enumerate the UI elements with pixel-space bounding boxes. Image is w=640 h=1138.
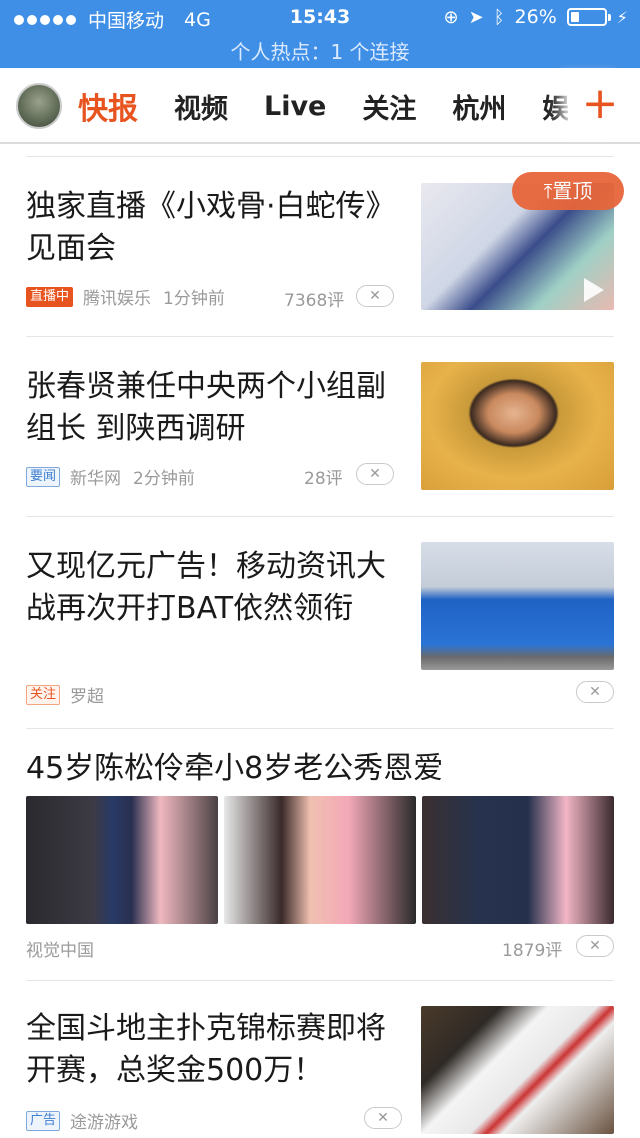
follow-badge: 关注 — [26, 684, 61, 705]
article-thumbnail[interactable] — [421, 542, 614, 670]
pinned-badge[interactable]: ⤒置顶 — [512, 172, 624, 210]
divider — [26, 516, 614, 517]
add-channel-button[interactable]: + — [574, 78, 626, 130]
dismiss-icon[interactable]: ✕ — [576, 681, 614, 703]
location-arrow-icon: ➤ — [468, 6, 484, 28]
dismiss-icon[interactable]: ✕ — [576, 935, 614, 957]
pinned-label: 置顶 — [552, 179, 593, 203]
article-meta: 要闻 新华网 2分钟前 — [26, 464, 195, 489]
article-time: 2分钟前 — [133, 469, 195, 489]
tab-video[interactable]: 视频 — [174, 87, 228, 126]
status-bar: 中国移动 4G 15:43 ⊕ ➤ ᛒ 26% ⚡ 个人热点：1 个连接 — [0, 0, 640, 68]
gallery-image[interactable] — [26, 796, 218, 924]
tab-live[interactable]: Live — [264, 91, 326, 122]
article-meta: 视觉中国 — [26, 936, 106, 961]
article-source: 腾讯娱乐 — [83, 289, 152, 309]
divider — [26, 980, 614, 981]
article-source: 视觉中国 — [26, 941, 94, 961]
hotspot-banner[interactable]: 个人热点：1 个连接 — [0, 36, 640, 65]
avatar[interactable] — [16, 83, 62, 129]
article-title[interactable]: 45岁陈松伶牵小8岁老公秀恩爱 — [26, 748, 626, 790]
ad-badge: 广告 — [26, 1110, 61, 1131]
channel-tabs: 快报 视频 Live 关注 杭州 娱 — [78, 68, 568, 144]
tab-follow[interactable]: 关注 — [362, 87, 416, 126]
channel-nav: 快报 视频 Live 关注 杭州 娱 + — [0, 68, 640, 144]
dismiss-icon[interactable]: ✕ — [364, 1107, 402, 1129]
tab-hangzhou[interactable]: 杭州 — [452, 87, 506, 126]
article-thumbnail[interactable] — [421, 362, 614, 490]
news-item[interactable]: 又现亿元广告！移动资讯大战再次开打BAT依然领衔 关注 罗超 ✕ — [0, 530, 640, 720]
lock-rotation-icon: ⊕ — [443, 6, 459, 28]
article-meta: 广告 途游游戏 — [26, 1108, 150, 1133]
gallery-image[interactable] — [224, 796, 416, 924]
comment-count[interactable]: 7368评 — [284, 286, 344, 311]
comment-count[interactable]: 1879评 — [502, 936, 562, 961]
article-source: 罗超 — [70, 687, 105, 707]
battery-percent: 26% — [514, 6, 557, 28]
news-item[interactable]: 45岁陈松伶牵小8岁老公秀恩爱 视觉中国 1879评 ✕ — [0, 742, 640, 972]
article-source: 新华网 — [70, 469, 122, 489]
dismiss-icon[interactable]: ✕ — [356, 285, 394, 307]
divider — [26, 728, 614, 729]
article-title[interactable]: 又现亿元广告！移动资讯大战再次开打BAT依然领衔 — [26, 546, 396, 630]
article-meta: 直播中 腾讯娱乐 1分钟前 — [26, 284, 225, 309]
article-time: 1分钟前 — [163, 289, 225, 309]
tab-kuaibao[interactable]: 快报 — [78, 84, 138, 128]
news-badge: 要闻 — [26, 466, 61, 487]
gallery-image[interactable] — [422, 796, 614, 924]
charging-icon: ⚡ — [616, 7, 628, 27]
live-badge: 直播中 — [26, 286, 74, 307]
comment-count[interactable]: 28评 — [304, 464, 343, 489]
article-thumbnail[interactable] — [421, 1006, 614, 1134]
article-title[interactable]: 张春贤兼任中央两个小组副组长 到陕西调研 — [26, 366, 396, 450]
play-icon — [584, 278, 604, 302]
news-item[interactable]: 全国斗地主扑克锦标赛即将开赛，总奖金500万！ 广告 途游游戏 ✕ — [0, 994, 640, 1138]
article-source: 途游游戏 — [70, 1113, 139, 1133]
battery-icon — [566, 8, 611, 26]
divider — [26, 336, 614, 337]
article-title[interactable]: 独家直播《小戏骨·白蛇传》见面会 — [26, 186, 396, 270]
article-meta: 关注 罗超 — [26, 682, 116, 707]
tab-entertainment[interactable]: 娱 — [542, 87, 568, 126]
article-title[interactable]: 全国斗地主扑克锦标赛即将开赛，总奖金500万！ — [26, 1008, 396, 1092]
bluetooth-icon: ᛒ — [493, 6, 505, 28]
dismiss-icon[interactable]: ✕ — [356, 463, 394, 485]
news-item[interactable]: 张春贤兼任中央两个小组副组长 到陕西调研 要闻 新华网 2分钟前 28评 ✕ — [0, 350, 640, 510]
divider — [26, 156, 614, 157]
